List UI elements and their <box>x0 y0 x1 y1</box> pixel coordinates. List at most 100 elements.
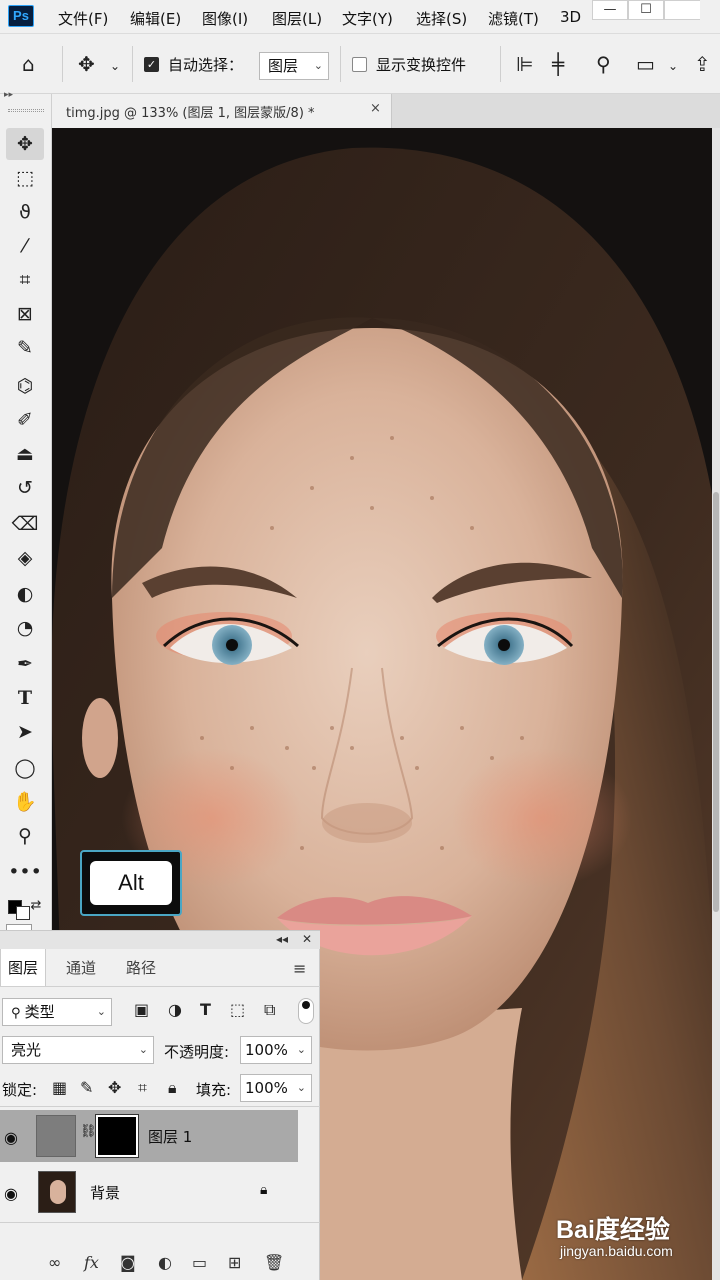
eraser-icon[interactable]: ⌫ <box>6 508 44 540</box>
filter-shape-icon[interactable]: ⬚ <box>230 1000 245 1019</box>
menu-edit[interactable]: 编辑(E) <box>130 8 181 29</box>
lock-position-icon[interactable]: ✥ <box>108 1078 121 1097</box>
rectangular-marquee-icon[interactable]: ⬚ <box>6 162 44 194</box>
lock-all-icon[interactable]: 🔒︎ <box>168 1078 177 1098</box>
new-group-icon[interactable]: ▭ <box>192 1253 207 1272</box>
link-icon[interactable]: ⛓ <box>80 1124 97 1139</box>
move-tool-icon[interactable]: ✥ <box>6 128 44 160</box>
layer-mask-thumbnail[interactable] <box>95 1114 139 1158</box>
clone-stamp-icon[interactable]: ⏏ <box>6 438 44 470</box>
eye-icon[interactable]: ◉ <box>4 1128 18 1147</box>
layer-style-icon[interactable]: fx <box>84 1253 99 1272</box>
eyedropper-icon[interactable]: ✎ <box>6 332 44 364</box>
blur-icon[interactable]: ◐ <box>6 578 44 610</box>
filter-type-icon[interactable]: T <box>200 1000 211 1019</box>
menu-select[interactable]: 选择(S) <box>416 8 467 29</box>
menu-image[interactable]: 图像(I) <box>202 8 248 29</box>
menu-type[interactable]: 文字(Y) <box>342 8 393 29</box>
history-brush-icon[interactable]: ↺ <box>6 472 44 504</box>
photoshop-logo: Ps <box>8 5 34 27</box>
lock-image-icon[interactable]: ✎ <box>80 1078 93 1097</box>
blend-mode-dropdown[interactable]: 亮光 ⌄ <box>2 1036 154 1064</box>
toggle-knob <box>302 1001 310 1009</box>
canvas-scrollbar[interactable] <box>712 128 720 1280</box>
layer-name[interactable]: 背景 <box>90 1182 120 1203</box>
collapse-panel-icon[interactable]: ▸▸ <box>4 90 13 100</box>
layer-filter-dropdown[interactable]: ⚲ 类型 ⌄ <box>2 998 112 1026</box>
close-window-button[interactable] <box>664 0 700 20</box>
toolbox-grip[interactable] <box>8 109 44 112</box>
workspace-icon[interactable]: ▭ <box>636 51 655 77</box>
spot-healing-icon[interactable]: ⌬ <box>6 370 44 402</box>
align-left-icon[interactable]: ⊫ <box>516 51 533 77</box>
frame-icon[interactable]: ⊠ <box>6 298 44 330</box>
filter-toggle[interactable] <box>298 998 314 1024</box>
adjustment-layer-icon[interactable]: ◐ <box>158 1253 172 1272</box>
maximize-button[interactable]: ☐ <box>628 0 664 20</box>
auto-select-checkbox[interactable]: ✓ <box>144 57 159 72</box>
crop-icon[interactable]: ⌗ <box>6 264 44 296</box>
add-mask-icon[interactable]: ◙ <box>120 1253 136 1272</box>
scrollbar-thumb[interactable] <box>713 492 719 912</box>
search-icon: ⚲ <box>11 1006 25 1021</box>
chevron-down-icon[interactable]: ⌄ <box>110 53 120 79</box>
show-transform-checkbox[interactable] <box>352 57 367 72</box>
align-vertical-center-icon[interactable]: ╪ <box>552 51 564 77</box>
more-tools-icon[interactable]: ••• <box>6 856 44 888</box>
close-icon[interactable]: ✕ <box>302 932 312 946</box>
lock-transparent-icon[interactable]: ▦ <box>52 1078 67 1097</box>
document-tab[interactable]: timg.jpg @ 133% (图层 1, 图层蒙版/8) * × <box>52 94 392 128</box>
filter-pixel-icon[interactable]: ▣ <box>134 1000 149 1019</box>
dodge-icon[interactable]: ◔ <box>6 612 44 644</box>
move-tool-icon[interactable]: ✥ <box>78 51 95 77</box>
layer-name[interactable]: 图层 1 <box>148 1126 192 1147</box>
tab-layers[interactable]: 图层 <box>0 949 46 987</box>
share-icon[interactable]: ⇪ <box>694 51 711 77</box>
panel-title-bar[interactable]: ◂◂ ✕ <box>0 931 320 949</box>
zoom-icon[interactable]: ⚲ <box>6 820 44 852</box>
pen-icon[interactable]: ✒ <box>6 648 44 680</box>
ellipse-icon[interactable]: ◯ <box>6 752 44 784</box>
eye-icon[interactable]: ◉ <box>4 1184 18 1203</box>
menu-layer[interactable]: 图层(L) <box>272 8 322 29</box>
layer-row[interactable]: ◉ ⛓ 图层 1 <box>0 1110 298 1162</box>
minimize-button[interactable]: — <box>592 0 628 20</box>
document-tab-strip: timg.jpg @ 133% (图层 1, 图层蒙版/8) * × <box>52 94 720 128</box>
menu-3d[interactable]: 3D <box>560 8 581 26</box>
divider <box>0 1106 320 1107</box>
delete-layer-icon[interactable]: 🗑︎ <box>264 1253 284 1272</box>
panel-menu-icon[interactable]: ≡ <box>293 959 306 978</box>
home-icon[interactable]: ⌂ <box>22 51 35 77</box>
layer-row[interactable]: ◉ 背景 🔒︎ <box>0 1166 298 1218</box>
close-icon[interactable]: × <box>370 101 381 116</box>
chevron-down-icon[interactable]: ⌄ <box>668 53 678 79</box>
new-layer-icon[interactable]: ⊞ <box>228 1253 241 1272</box>
type-icon[interactable]: T <box>6 682 44 714</box>
search-icon[interactable]: ⚲ <box>596 51 611 77</box>
menu-file[interactable]: 文件(F) <box>58 8 108 29</box>
opacity-input[interactable]: 100% ⌄ <box>240 1036 312 1064</box>
filter-adjustment-icon[interactable]: ◑ <box>168 1000 182 1019</box>
magic-wand-icon[interactable]: ⁄ <box>6 230 44 262</box>
key-press-overlay: Alt <box>80 850 182 916</box>
swap-colors-icon[interactable]: ⇄ <box>26 890 46 922</box>
lasso-icon[interactable]: ϑ <box>6 196 44 228</box>
watermark-url: jingyan.baidu.com <box>560 1243 673 1259</box>
filter-smart-object-icon[interactable]: ⧉ <box>264 1000 275 1020</box>
link-layers-icon[interactable]: ∞ <box>48 1253 61 1272</box>
fill-input[interactable]: 100% ⌄ <box>240 1074 312 1102</box>
paint-bucket-icon[interactable]: ◈ <box>6 542 44 574</box>
brush-icon[interactable]: ✐ <box>6 404 44 436</box>
lock-artboard-icon[interactable]: ⌗ <box>138 1078 147 1098</box>
lock-label: 锁定: <box>2 1081 38 1099</box>
path-selection-icon[interactable]: ➤ <box>6 716 44 748</box>
thumbnail-face <box>50 1180 66 1204</box>
collapse-panel-icon[interactable]: ◂◂ <box>276 932 288 946</box>
hand-icon[interactable]: ✋ <box>6 786 44 818</box>
tab-paths[interactable]: 路径 <box>116 949 166 987</box>
tab-channels[interactable]: 通道 <box>56 949 106 987</box>
auto-select-target-dropdown[interactable]: 图层 ⌄ <box>259 52 329 80</box>
menu-filter[interactable]: 滤镜(T) <box>488 8 539 29</box>
options-bar: ⌂ ✥ ⌄ ✓ 自动选择： 图层 ⌄ 显示变换控件 ⊫ ╪ ⚲ ▭ ⌄ ⇪ <box>0 34 720 94</box>
auto-select-label: 自动选择： <box>168 56 244 74</box>
